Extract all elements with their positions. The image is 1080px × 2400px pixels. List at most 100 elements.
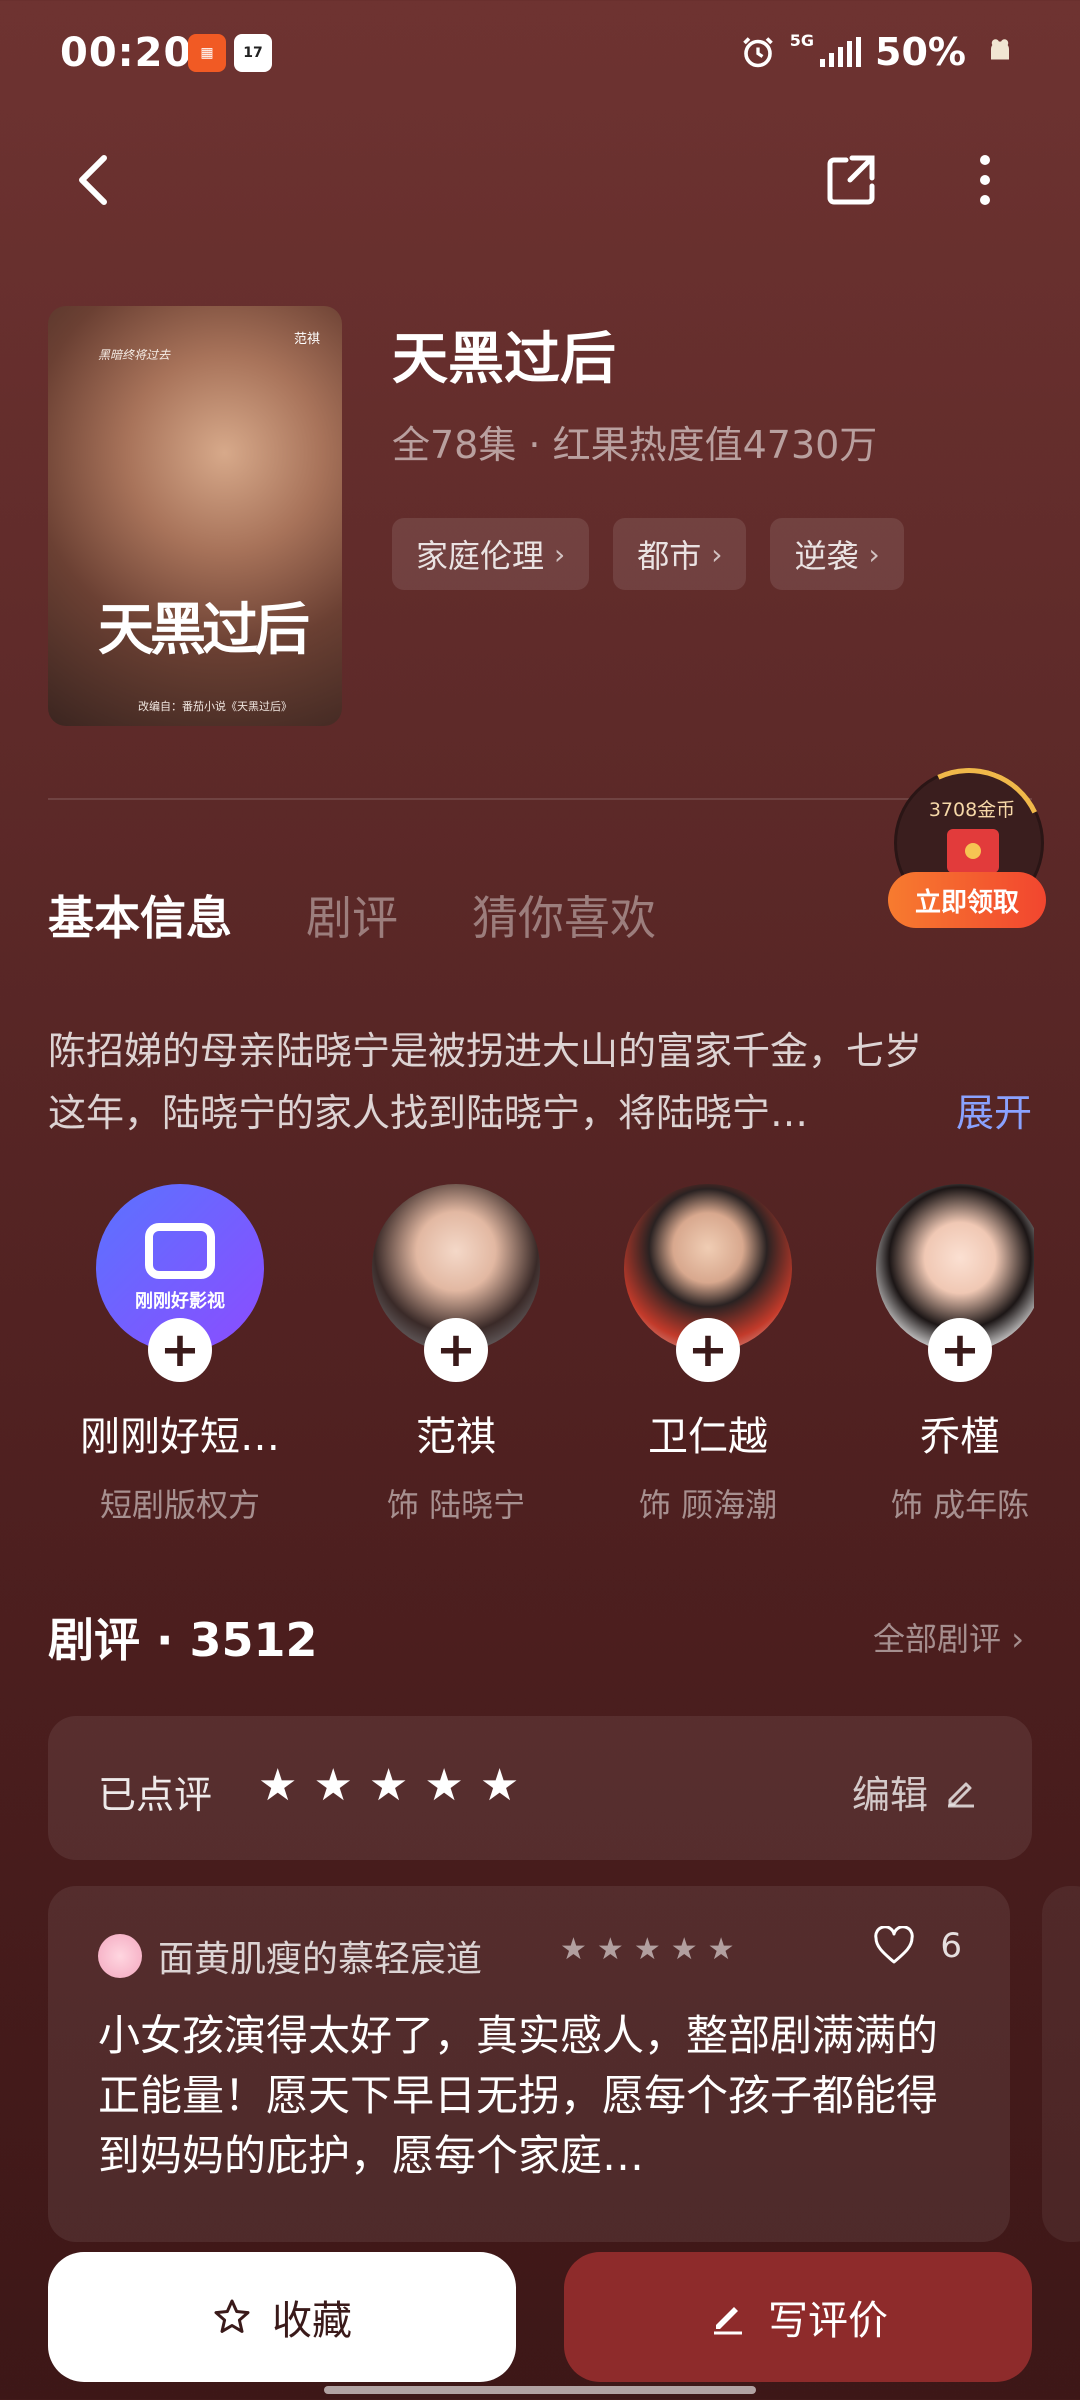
- status-time: 00:20: [60, 30, 193, 76]
- poster-quote: 黑暗终将过去: [98, 348, 171, 362]
- synopsis-line-1: 陈招娣的母亲陆晓宁是被拐进大山的富家千金，七岁: [48, 1029, 923, 1073]
- star-icon: ★: [560, 1932, 587, 1967]
- tab-basic-info[interactable]: 基本信息: [48, 882, 232, 948]
- chevron-right-icon: ›: [554, 537, 566, 571]
- red-envelope-icon: [947, 829, 999, 873]
- star-icon: ★: [479, 1760, 520, 1811]
- star-icon: ★: [258, 1760, 298, 1811]
- cast-item[interactable]: + 乔槿 饰 成年陈: [840, 1184, 1034, 1524]
- star-outline-icon: [214, 2299, 250, 2333]
- synopsis-line-2: 这年，陆晓宁的家人找到陆晓宁，将陆晓宁…: [48, 1091, 809, 1135]
- tag-label: 家庭伦理: [416, 537, 545, 575]
- chevron-right-icon: ›: [868, 537, 880, 571]
- like-count: 6: [940, 1926, 962, 1966]
- star-icon: ★: [424, 1760, 464, 1811]
- more-vertical-icon: [980, 155, 990, 205]
- reviews-title: 剧评 · 3512: [48, 1613, 318, 1667]
- studio-logo-text: 刚刚好影视: [135, 1291, 225, 1312]
- cast-role: 饰 顾海潮: [638, 1486, 778, 1524]
- avatar: +: [624, 1184, 792, 1382]
- edit-review-button[interactable]: 编辑: [852, 1764, 978, 1819]
- cast-name: 卫仁越: [648, 1414, 768, 1460]
- drama-meta: 全78集 · 红果热度值4730万: [392, 423, 878, 467]
- cast-role: 饰 陆晓宁: [386, 1486, 526, 1524]
- cast-item[interactable]: 刚刚好影视 + 刚刚好短… 短剧版权方: [60, 1184, 300, 1526]
- next-review-card[interactable]: [1042, 1886, 1080, 2242]
- signal-icon: [820, 37, 862, 67]
- reviewer-name: 面黄肌瘦的慕轻宸道: [158, 1939, 483, 1980]
- detail-tabs: 基本信息 剧评 猜你喜欢: [48, 882, 656, 948]
- status-bar: 00:20 ▦ 17 5G 50%: [0, 0, 1080, 110]
- expand-synopsis-link[interactable]: 展开: [956, 1082, 1032, 1137]
- battery-icon: [991, 39, 1009, 60]
- alarm-icon: [742, 37, 773, 68]
- pencil-icon: [948, 1782, 974, 1807]
- chevron-right-icon: ›: [711, 537, 723, 571]
- cast-item[interactable]: + 卫仁越 饰 顾海潮: [588, 1184, 828, 1526]
- all-reviews-link[interactable]: 全部剧评 ›: [873, 1614, 1024, 1660]
- drama-title: 天黑过后: [392, 327, 616, 392]
- follow-plus-icon[interactable]: +: [676, 1318, 740, 1382]
- write-review-button[interactable]: 写评价: [564, 2252, 1032, 2382]
- cast-name: 乔槿: [920, 1414, 1000, 1460]
- tag-family[interactable]: 家庭伦理 ›: [392, 518, 590, 590]
- claim-coins-button[interactable]: 立即领取: [888, 872, 1046, 928]
- poster-star: 范祺: [293, 332, 320, 347]
- tab-reviews[interactable]: 剧评: [306, 882, 398, 948]
- more-button[interactable]: [960, 150, 1010, 210]
- my-rating-card[interactable]: 已点评 ★ ★ ★ ★ ★ 编辑: [48, 1716, 1032, 1860]
- cast-name: 范祺: [416, 1414, 496, 1460]
- cast-role: 饰 成年陈: [890, 1486, 1030, 1524]
- tag-list: 家庭伦理 › 都市 › 逆袭 ›: [392, 518, 904, 590]
- drama-poster[interactable]: 黑暗终将过去 范祺 天黑过后 改编自：番茄小说《天黑过后》: [48, 306, 342, 726]
- favorite-button[interactable]: 收藏: [48, 2252, 516, 2382]
- status-right: 5G 50%: [740, 30, 1020, 74]
- avatar: +: [372, 1184, 540, 1382]
- tag-comeback[interactable]: 逆袭 ›: [770, 518, 904, 590]
- poster-title: 天黑过后: [98, 597, 310, 663]
- star-icon: ★: [670, 1932, 698, 1967]
- star-icon: ★: [368, 1760, 409, 1811]
- star-icon: ★: [707, 1932, 735, 1967]
- rated-label: 已点评: [98, 1773, 213, 1817]
- review-text: 小女孩演得太好了，真实感人，整部剧满满的正能量！愿天下早日无拐，愿每个孩子都能得…: [98, 2011, 939, 2180]
- app-notification-icon: ▦: [188, 34, 226, 72]
- review-rating-stars: ★ ★ ★ ★ ★: [560, 1932, 735, 1967]
- tag-label: 逆袭: [794, 537, 859, 575]
- battery-level: 50%: [875, 30, 966, 74]
- home-indicator[interactable]: [324, 2386, 756, 2394]
- write-label: 写评价: [768, 2298, 888, 2344]
- follow-plus-icon[interactable]: +: [928, 1318, 992, 1382]
- share-button[interactable]: [822, 150, 882, 210]
- reviewer-avatar: [98, 1934, 142, 1978]
- synopsis: 陈招娣的母亲陆晓宁是被拐进大山的富家千金，七岁 这年，陆晓宁的家人找到陆晓宁，将…: [48, 1020, 1028, 1144]
- share-icon: [827, 155, 875, 205]
- follow-plus-icon[interactable]: +: [148, 1318, 212, 1382]
- coin-amount: 3708金币: [928, 799, 1016, 821]
- follow-plus-icon[interactable]: +: [424, 1318, 488, 1382]
- avatar: +: [876, 1184, 1034, 1382]
- calendar-notification-icon: 17: [234, 34, 272, 72]
- tab-recommendations[interactable]: 猜你喜欢: [472, 882, 656, 948]
- back-chevron-icon: [79, 155, 107, 205]
- cast-role: 短剧版权方: [99, 1486, 260, 1524]
- cast-name: 刚刚好短…: [80, 1414, 280, 1460]
- tag-urban[interactable]: 都市 ›: [613, 518, 747, 590]
- pencil-icon: [714, 2307, 742, 2335]
- star-icon: ★: [633, 1932, 661, 1967]
- header-divider: [48, 798, 1032, 800]
- favorite-label: 收藏: [272, 2298, 352, 2344]
- poster-credit: 改编自：番茄小说《天黑过后》: [138, 700, 292, 713]
- heart-icon: [874, 1926, 915, 1964]
- avatar: 刚刚好影视 +: [96, 1184, 264, 1382]
- tag-label: 都市: [637, 537, 702, 575]
- edit-label: 编辑: [851, 1773, 928, 1817]
- cast-clip: + 乔槿 饰 成年陈: [840, 1184, 1034, 1524]
- back-button[interactable]: [70, 150, 120, 210]
- star-icon: ★: [313, 1760, 353, 1811]
- review-card[interactable]: 面黄肌瘦的慕轻宸道 ★ ★ ★ ★ ★ 6 小女孩演得太好了，真实感人，整部剧满…: [48, 1886, 1010, 2242]
- star-icon: ★: [596, 1932, 624, 1967]
- cast-item[interactable]: + 范祺 饰 陆晓宁: [336, 1184, 576, 1526]
- like-button[interactable]: 6: [872, 1926, 962, 1966]
- network-type: 5G: [789, 30, 815, 50]
